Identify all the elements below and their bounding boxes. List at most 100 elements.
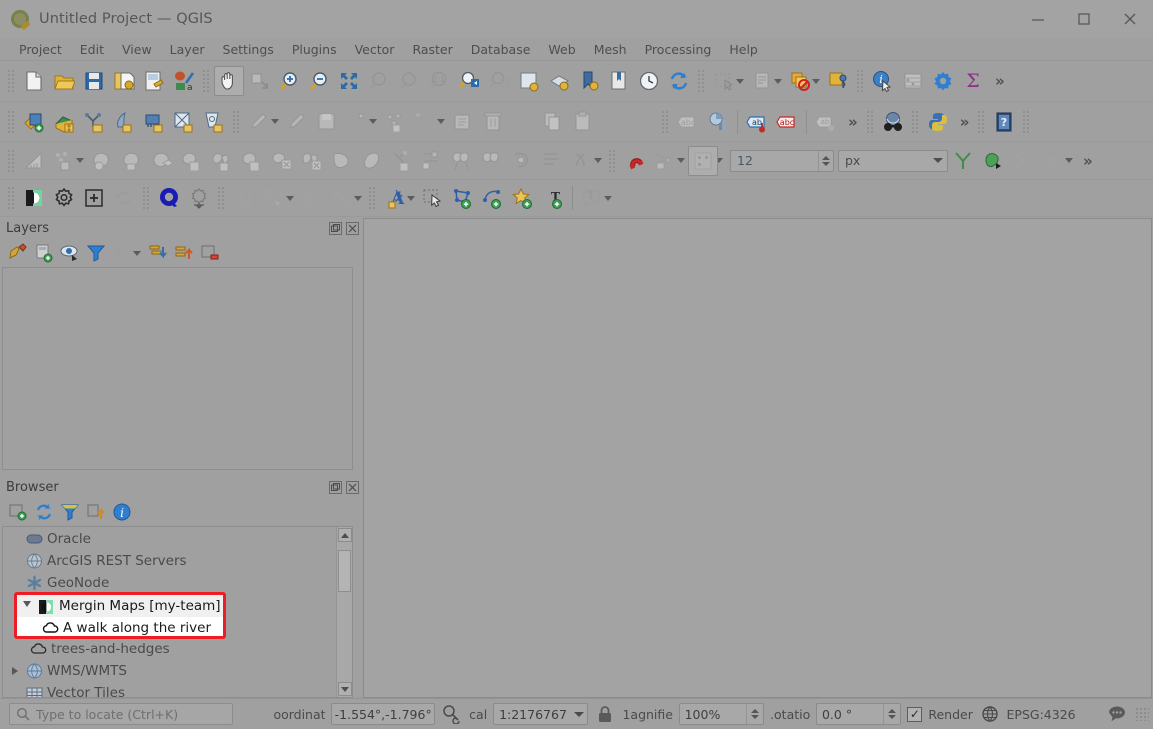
save-project-icon[interactable]: [79, 66, 109, 96]
messages-icon[interactable]: [1107, 699, 1129, 729]
toolbar-grip-10[interactable]: [977, 109, 987, 134]
toolbar-grip-17[interactable]: [368, 186, 377, 210]
maximize-button[interactable]: [1061, 0, 1107, 38]
browser-item-arcgis-rest-servers[interactable]: ArcGIS REST Servers: [3, 550, 336, 572]
add-vector-layer-icon[interactable]: [19, 107, 49, 137]
menu-view[interactable]: View: [113, 40, 161, 59]
open-layer-styling-panel-icon[interactable]: [6, 241, 30, 265]
toolbar-grip-7[interactable]: [661, 109, 670, 134]
rotation-stepper[interactable]: [883, 704, 900, 724]
menu-raster[interactable]: Raster: [403, 40, 461, 59]
filter-browser-icon[interactable]: [58, 500, 82, 524]
scrollbar-track[interactable]: [337, 542, 353, 682]
avoid-overlap-icon[interactable]: [978, 146, 1008, 176]
snapping-magnet-icon[interactable]: [620, 146, 650, 176]
browser-item-geonode[interactable]: GeoNode: [3, 572, 336, 594]
temporal-controller-icon[interactable]: [634, 66, 664, 96]
browser-item-walk-along-river[interactable]: A walk along the river: [17, 617, 223, 636]
qfield-icon[interactable]: [154, 183, 184, 213]
pin-labels-icon[interactable]: ab: [742, 107, 772, 137]
minimize-button[interactable]: [1015, 0, 1061, 38]
filter-legend-dropdown-icon[interactable]: [133, 250, 141, 256]
browser-panel-float-button[interactable]: [329, 480, 342, 494]
coordinate-field[interactable]: -1.554°,-1.796°: [331, 703, 436, 725]
scroll-down-button[interactable]: [337, 682, 352, 696]
mergin-create-project-icon[interactable]: [79, 183, 109, 213]
snapping-mode-icon[interactable]: [688, 145, 718, 176]
toolbar-grip-3[interactable]: [697, 69, 706, 93]
toolbar-grip-16[interactable]: [217, 186, 226, 210]
toolbar-grip-2[interactable]: [202, 69, 211, 93]
scroll-up-button[interactable]: [337, 528, 352, 542]
qfield-package-icon[interactable]: [184, 183, 214, 213]
zoom-in-icon[interactable]: [274, 66, 304, 96]
refresh-icon[interactable]: [664, 66, 694, 96]
toolbar-grip-14[interactable]: [7, 186, 16, 210]
close-button[interactable]: [1107, 0, 1153, 38]
toolbar-grip-13[interactable]: [608, 148, 617, 173]
menu-project[interactable]: Project: [10, 40, 71, 59]
globe-icon[interactable]: [979, 699, 1001, 729]
marker-annotation-icon[interactable]: [508, 183, 538, 213]
menu-vector[interactable]: Vector: [346, 40, 404, 59]
mergin-maps-icon[interactable]: [19, 183, 49, 213]
expand-all-icon[interactable]: [146, 241, 170, 265]
layers-panel-float-button[interactable]: [329, 221, 342, 235]
magnifier-stepper[interactable]: [746, 704, 763, 724]
polygon-annotation-icon[interactable]: [448, 183, 478, 213]
toolbar-grip-15[interactable]: [142, 186, 151, 210]
layers-tree[interactable]: [2, 267, 353, 470]
metasearch-binoculars-icon[interactable]: [878, 107, 908, 137]
menu-edit[interactable]: Edit: [71, 40, 113, 59]
manage-layer-visibility-icon[interactable]: [58, 241, 82, 265]
mergin-settings-icon[interactable]: [49, 183, 79, 213]
toolbar-grip-9[interactable]: [910, 109, 920, 134]
browser-item-wms-wmts[interactable]: WMS/WMTS: [3, 660, 336, 682]
resize-grip[interactable]: [1135, 707, 1150, 721]
diagram-icon[interactable]: [703, 107, 733, 137]
snapping-tolerance-value[interactable]: [731, 150, 818, 171]
menu-layer[interactable]: Layer: [161, 40, 214, 59]
browser-scrollbar[interactable]: [336, 527, 352, 697]
toolbar-grip-11[interactable]: [1022, 109, 1032, 134]
menu-web[interactable]: Web: [539, 40, 584, 59]
map-canvas[interactable]: [363, 218, 1152, 698]
browser-item-oracle[interactable]: Oracle: [3, 528, 336, 550]
properties-icon[interactable]: i: [110, 500, 134, 524]
remove-layer-icon[interactable]: [198, 241, 222, 265]
clear-selection-icon[interactable]: [785, 66, 815, 96]
toolbar-overflow-button[interactable]: »: [988, 72, 1010, 90]
text-annotation-icon[interactable]: T: [538, 183, 568, 213]
style-manager-icon[interactable]: a: [169, 66, 199, 96]
render-checkbox[interactable]: ✓: [907, 706, 923, 722]
menu-plugins[interactable]: Plugins: [283, 40, 346, 59]
add-postgis-layer-icon[interactable]: [139, 107, 169, 137]
annotation-text-icon[interactable]: A: [380, 183, 410, 213]
show-bookmarks-icon[interactable]: [574, 66, 604, 96]
save-project-as-icon[interactable]: [109, 66, 139, 96]
zoom-last-icon[interactable]: [454, 66, 484, 96]
scale-combo[interactable]: 1:2176767: [493, 703, 589, 725]
show-hide-labels-icon[interactable]: abc: [772, 107, 802, 137]
pan-map-icon[interactable]: [214, 66, 244, 96]
open-project-icon[interactable]: [49, 66, 79, 96]
sum-icon[interactable]: Σ: [958, 66, 988, 96]
toolbar-grip-8[interactable]: [865, 109, 875, 134]
magnifier-spinner[interactable]: 100%: [678, 703, 765, 725]
select-annotation-icon[interactable]: [418, 183, 448, 213]
add-delimited-text-layer-icon[interactable]: [79, 107, 109, 137]
new-map-view-icon[interactable]: [514, 66, 544, 96]
identify-features-icon[interactable]: i: [868, 66, 898, 96]
browser-panel-close-button[interactable]: [346, 480, 359, 494]
menu-help[interactable]: Help: [720, 40, 767, 59]
add-wms-layer-icon[interactable]: [169, 107, 199, 137]
browser-item-trees-and-hedges[interactable]: trees-and-hedges: [3, 638, 336, 660]
snapping-unit-combo[interactable]: px: [838, 149, 948, 172]
toolbar-grip-6[interactable]: [232, 109, 241, 134]
line-annotation-icon[interactable]: [478, 183, 508, 213]
browser-item-mergin-maps[interactable]: Mergin Maps [my-team]: [17, 595, 223, 617]
options-icon[interactable]: [928, 66, 958, 96]
browser-item-vector-tiles[interactable]: Vector Tiles: [3, 682, 336, 697]
crs-label[interactable]: EPSG:4326: [1007, 707, 1076, 722]
add-selected-layers-icon[interactable]: [6, 500, 30, 524]
